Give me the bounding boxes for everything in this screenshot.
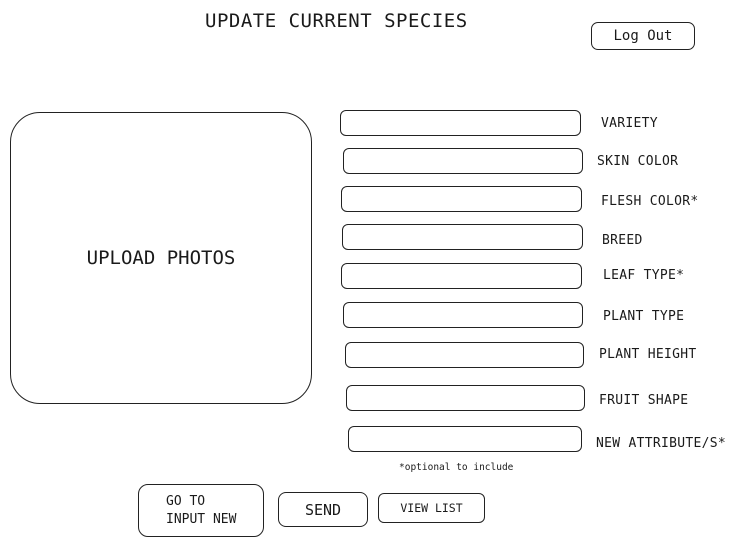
leaf-type-label: LEAF TYPE* xyxy=(603,268,685,283)
fruit-shape-label: FRUIT SHAPE xyxy=(599,393,689,408)
plant-type-field[interactable] xyxy=(343,302,583,328)
flesh-color-field[interactable] xyxy=(341,186,582,212)
plant-type-label: PLANT TYPE xyxy=(603,309,685,324)
go-to-input-new-button[interactable]: GO TO INPUT NEW xyxy=(138,484,264,537)
variety-label: VARIETY xyxy=(601,116,658,131)
send-button[interactable]: SEND xyxy=(278,492,368,527)
optional-note: *optional to include xyxy=(399,462,514,473)
go-to-line-2: INPUT NEW xyxy=(166,511,237,527)
go-to-line-1: GO TO xyxy=(166,493,206,509)
view-list-button[interactable]: VIEW LIST xyxy=(378,493,485,523)
variety-field[interactable] xyxy=(340,110,581,136)
leaf-type-field[interactable] xyxy=(341,263,582,289)
new-attributes-field[interactable] xyxy=(348,426,582,452)
page-title: UPDATE CURRENT SPECIES xyxy=(205,10,468,32)
logout-button[interactable]: Log Out xyxy=(591,22,695,50)
skin-color-field[interactable] xyxy=(343,148,583,174)
upload-photos-area[interactable]: UPLOAD PHOTOS xyxy=(10,112,312,404)
breed-label: BREED xyxy=(602,233,643,248)
plant-height-field[interactable] xyxy=(345,342,584,368)
upload-photos-label: UPLOAD PHOTOS xyxy=(86,247,236,269)
plant-height-label: PLANT HEIGHT xyxy=(599,347,697,362)
flesh-color-label: FLESH COLOR* xyxy=(601,194,699,209)
breed-field[interactable] xyxy=(342,224,583,250)
new-attributes-label: NEW ATTRIBUTE/S* xyxy=(596,436,727,451)
fruit-shape-field[interactable] xyxy=(346,385,585,411)
skin-color-label: SKIN COLOR xyxy=(597,154,679,169)
